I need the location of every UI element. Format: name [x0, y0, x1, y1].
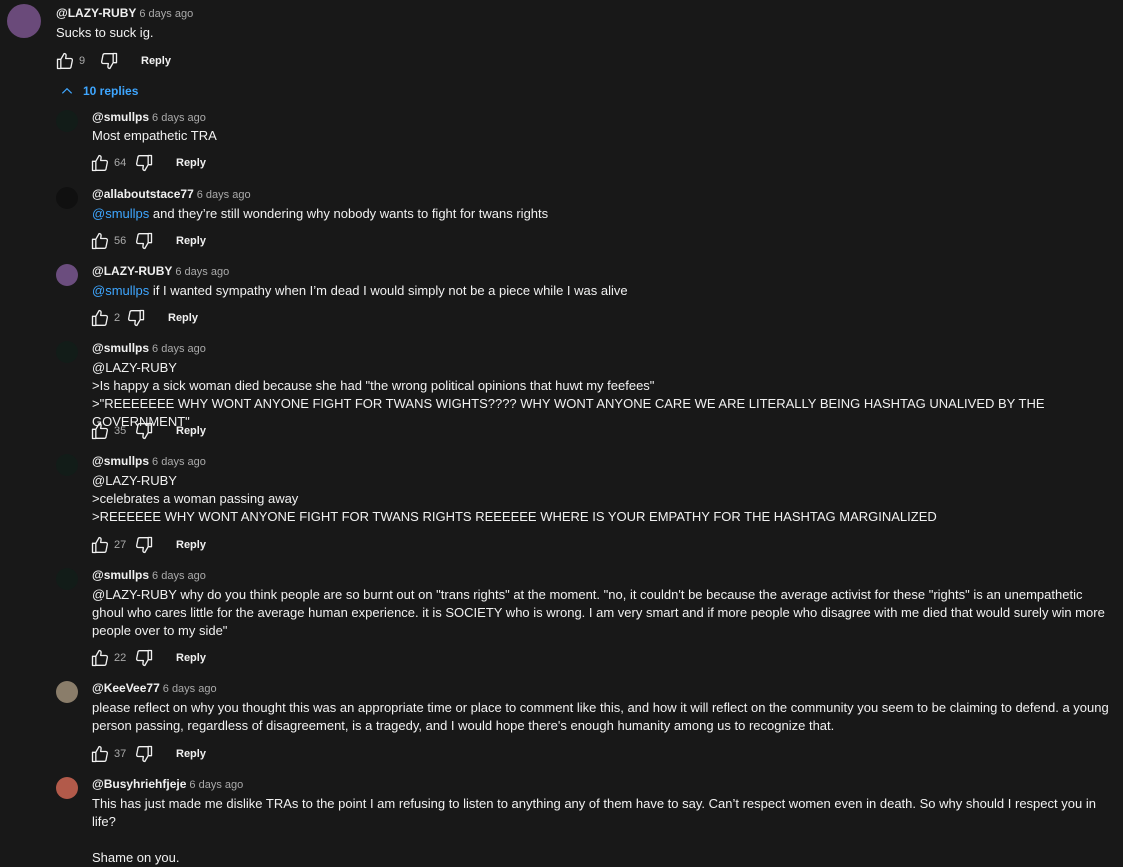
avatar[interactable]	[56, 187, 78, 209]
comment-text: Sucks to suck ig.	[56, 25, 154, 40]
dislike-icon[interactable]	[134, 421, 154, 441]
comment-text: This has just made me dislike TRAs to th…	[92, 796, 1096, 865]
reply-button[interactable]: Reply	[141, 55, 171, 67]
comment-author[interactable]: @smullps	[92, 568, 149, 582]
comment-author[interactable]: @smullps	[92, 341, 149, 355]
mention-link[interactable]: @smullps	[92, 206, 149, 221]
replies-count: 10 replies	[83, 84, 139, 98]
like-icon[interactable]	[90, 421, 110, 441]
comment-time[interactable]: 6 days ago	[152, 343, 206, 355]
comment-author[interactable]: @LAZY-RUBY	[56, 6, 136, 20]
avatar[interactable]	[56, 454, 78, 476]
dislike-icon[interactable]	[99, 51, 119, 71]
like-count: 37	[114, 748, 127, 760]
comment-time[interactable]: 6 days ago	[152, 570, 206, 582]
comment-time[interactable]: 6 days ago	[175, 266, 229, 278]
like-icon[interactable]	[90, 535, 110, 555]
avatar[interactable]	[56, 777, 78, 799]
chevron-up-icon	[61, 87, 73, 94]
like-count: 35	[114, 425, 127, 437]
comment-author[interactable]: @LAZY-RUBY	[92, 264, 172, 278]
comment-text: @LAZY-RUBY why do you think people are s…	[92, 587, 1105, 638]
reply-button[interactable]: Reply	[176, 235, 206, 247]
avatar[interactable]	[56, 568, 78, 590]
dislike-icon[interactable]	[126, 308, 146, 328]
comment-author[interactable]: @Busyhriehfjeje	[92, 777, 186, 791]
like-count: 9	[79, 55, 86, 67]
avatar[interactable]	[56, 341, 78, 363]
like-icon[interactable]	[90, 231, 110, 251]
comment-time[interactable]: 6 days ago	[152, 456, 206, 468]
dislike-icon[interactable]	[134, 744, 154, 764]
comment-time[interactable]: 6 days ago	[139, 8, 193, 20]
comment-author[interactable]: @allaboutstace77	[92, 187, 194, 201]
mention-link[interactable]: @smullps	[92, 283, 149, 298]
like-icon[interactable]	[55, 51, 75, 71]
like-count: 22	[114, 652, 127, 664]
like-icon[interactable]	[90, 648, 110, 668]
comment-time[interactable]: 6 days ago	[197, 189, 251, 201]
reply-button[interactable]: Reply	[176, 652, 206, 664]
reply-button[interactable]: Reply	[176, 748, 206, 760]
avatar[interactable]	[56, 264, 78, 286]
comment-text: Most empathetic TRA	[92, 128, 217, 143]
reply-button[interactable]: Reply	[176, 157, 206, 169]
dislike-icon[interactable]	[134, 535, 154, 555]
comment-text: please reflect on why you thought this w…	[92, 700, 1109, 733]
avatar[interactable]	[56, 110, 78, 132]
comment-author[interactable]: @smullps	[92, 454, 149, 468]
comment-time[interactable]: 6 days ago	[163, 683, 217, 695]
comment-text: @smullps if I wanted sympathy when I’m d…	[92, 283, 628, 298]
comment-text: @LAZY-RUBY >Is happy a sick woman died b…	[92, 360, 1045, 429]
like-count: 2	[114, 312, 121, 324]
like-count: 64	[114, 157, 127, 169]
dislike-icon[interactable]	[134, 231, 154, 251]
comment-text: @smullps and they’re still wondering why…	[92, 206, 549, 221]
dislike-icon[interactable]	[134, 648, 154, 668]
like-icon[interactable]	[90, 744, 110, 764]
avatar[interactable]	[7, 4, 41, 38]
replies-toggle[interactable]: 10 replies	[60, 84, 138, 98]
like-count: 56	[114, 235, 127, 247]
avatar[interactable]	[56, 681, 78, 703]
like-count: 27	[114, 539, 127, 551]
comment-time[interactable]: 6 days ago	[189, 779, 243, 791]
comment-text: @LAZY-RUBY >celebrates a woman passing a…	[92, 473, 937, 524]
comment-time[interactable]: 6 days ago	[152, 112, 206, 124]
dislike-icon[interactable]	[134, 153, 154, 173]
reply-button[interactable]: Reply	[176, 539, 206, 551]
like-icon[interactable]	[90, 308, 110, 328]
comment-author[interactable]: @smullps	[92, 110, 149, 124]
reply-button[interactable]: Reply	[176, 425, 206, 437]
reply-button[interactable]: Reply	[168, 312, 198, 324]
like-icon[interactable]	[90, 153, 110, 173]
comment-author[interactable]: @KeeVee77	[92, 681, 160, 695]
